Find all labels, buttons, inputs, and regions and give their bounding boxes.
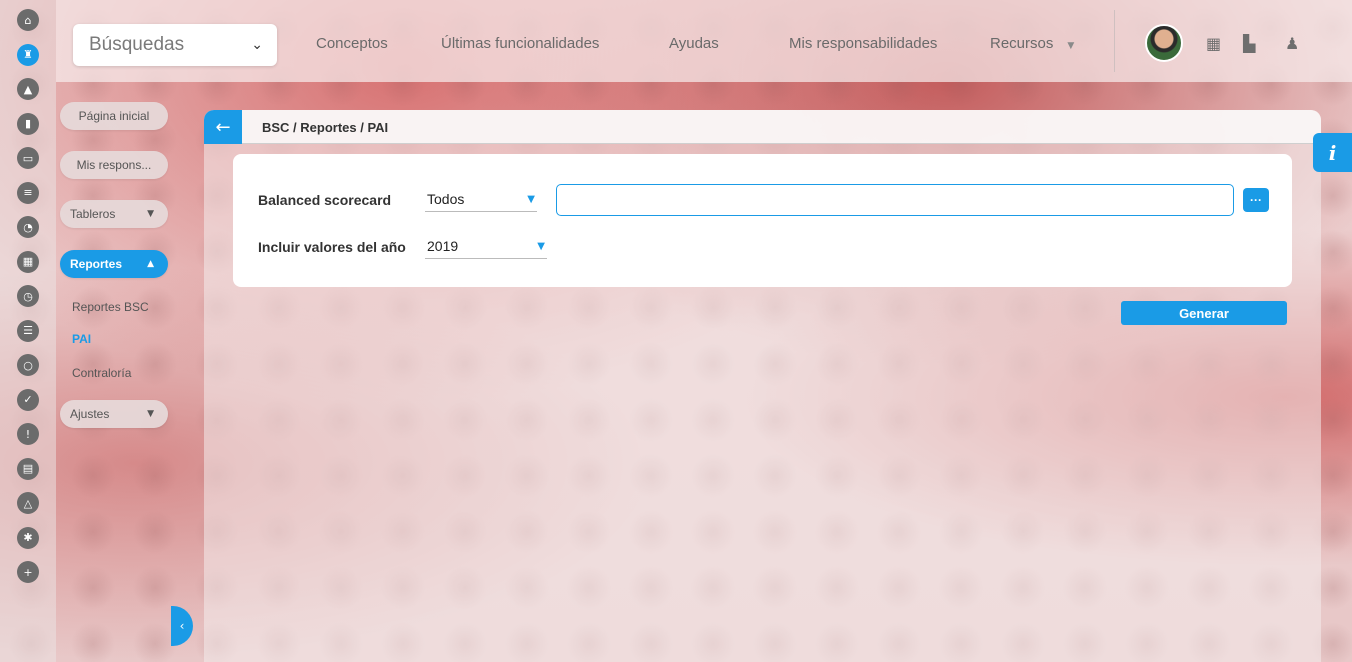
sidebar-subitem-reportes-bsc[interactable]: Reportes BSC: [72, 300, 149, 314]
calendar-icon[interactable]: ▤: [17, 457, 39, 480]
generate-button[interactable]: Generar: [1121, 301, 1287, 325]
chevron-left-icon: ‹: [179, 619, 185, 633]
filter-card: Balanced scorecard Todos ▼ ··· Incluir v…: [233, 154, 1292, 287]
sidebar-item-dashboards[interactable]: Tableros ▼: [60, 200, 168, 228]
nav-ayudas[interactable]: Ayudas: [669, 35, 719, 52]
sidebar-item-label: Ajustes: [70, 407, 110, 421]
search-dropdown[interactable]: Búsquedas ⌄: [73, 24, 277, 66]
nav-recursos-label: Recursos: [990, 35, 1054, 52]
board-icon[interactable]: ▭: [17, 147, 39, 169]
pyramid-icon[interactable]: ▲: [17, 78, 39, 100]
avatar[interactable]: [1145, 24, 1183, 62]
search-dropdown-label: Búsquedas: [89, 34, 185, 55]
scorecard-select-value: Todos: [427, 191, 465, 207]
ellipsis-icon: ···: [1250, 193, 1262, 207]
plus-icon[interactable]: +: [17, 561, 39, 583]
info-icon[interactable]: i: [1313, 133, 1352, 172]
chart-icon[interactable]: ▮: [17, 112, 39, 135]
caret-up-icon: ▲: [147, 259, 154, 269]
pie-icon[interactable]: ◔: [17, 216, 39, 238]
cycle-icon[interactable]: ○: [17, 354, 39, 376]
home-icon[interactable]: ⌂: [17, 9, 39, 31]
sidebar-subitem-pai[interactable]: PAI: [72, 332, 91, 346]
sidebar-subitem-contraloria[interactable]: Contraloría: [72, 366, 131, 380]
map-icon[interactable]: ▙: [1243, 34, 1255, 53]
breadcrumb: BSC / Reportes / PAI: [262, 120, 389, 135]
check-icon[interactable]: ✓: [17, 388, 39, 411]
nav-recursos[interactable]: Recursos ▼: [990, 35, 1074, 52]
clock-icon[interactable]: ◷: [17, 285, 39, 307]
scorecard-select[interactable]: Todos ▼: [425, 188, 537, 212]
nav-conceptos[interactable]: Conceptos: [316, 35, 388, 52]
year-label: Incluir valores del año: [258, 239, 406, 255]
document-icon[interactable]: ☰: [17, 319, 39, 342]
caret-down-icon: ▼: [147, 209, 154, 219]
icon-rail: ⌂ ♜ ▲ ▮ ▭ ≡ ◔ ▦ ◷ ☰ ○ ✓ ! ▤ △ ✱ +: [0, 0, 56, 662]
sidebar-item-label: Reportes: [70, 257, 123, 271]
sidebar-item-label: Página inicial: [78, 109, 150, 123]
back-button[interactable]: ←: [204, 110, 242, 144]
chevron-down-icon: ⌄: [251, 37, 263, 53]
caret-down-icon: ▼: [537, 241, 545, 252]
balance-icon[interactable]: ≡: [17, 181, 39, 204]
sidebar-item-settings[interactable]: Ajustes ▼: [60, 400, 168, 428]
year-select[interactable]: 2019 ▼: [425, 235, 547, 259]
top-bar: Búsquedas ⌄ Conceptos Últimas funcionali…: [56, 0, 1352, 82]
scorecard-label: Balanced scorecard: [258, 192, 392, 208]
gear-icon[interactable]: ✱: [17, 526, 39, 549]
calendar-icon[interactable]: ▦: [1206, 34, 1221, 53]
sidebar-item-home[interactable]: Página inicial: [60, 102, 168, 130]
nav-mis-responsabilidades[interactable]: Mis responsabilidades: [789, 35, 937, 52]
more-options-button[interactable]: ···: [1243, 188, 1269, 212]
sidebar-item-reports[interactable]: Reportes ▲: [60, 250, 168, 278]
warning-icon[interactable]: !: [17, 423, 39, 445]
caret-down-icon: ▼: [1067, 41, 1075, 51]
panel-header: ← BSC / Reportes / PAI: [204, 110, 1321, 144]
sidebar-item-label: Tableros: [70, 207, 116, 221]
nav-ultimas-funcionalidades[interactable]: Últimas funcionalidades: [441, 35, 599, 52]
year-select-value: 2019: [427, 238, 459, 254]
bell-icon[interactable]: ♟: [1285, 34, 1299, 53]
castle-icon[interactable]: ♜: [17, 43, 39, 66]
arrow-left-icon: ←: [215, 116, 231, 138]
caret-down-icon: ▼: [147, 409, 154, 419]
caret-down-icon: ▼: [527, 194, 535, 205]
triangle-network-icon[interactable]: △: [17, 492, 39, 514]
top-divider: [1114, 10, 1115, 72]
sidebar-item-label: Mis respons...: [76, 158, 152, 172]
scorecard-text-field[interactable]: [556, 184, 1234, 216]
map-icon[interactable]: ▦: [17, 250, 39, 273]
sidebar-item-responsibilities[interactable]: Mis respons...: [60, 151, 168, 179]
